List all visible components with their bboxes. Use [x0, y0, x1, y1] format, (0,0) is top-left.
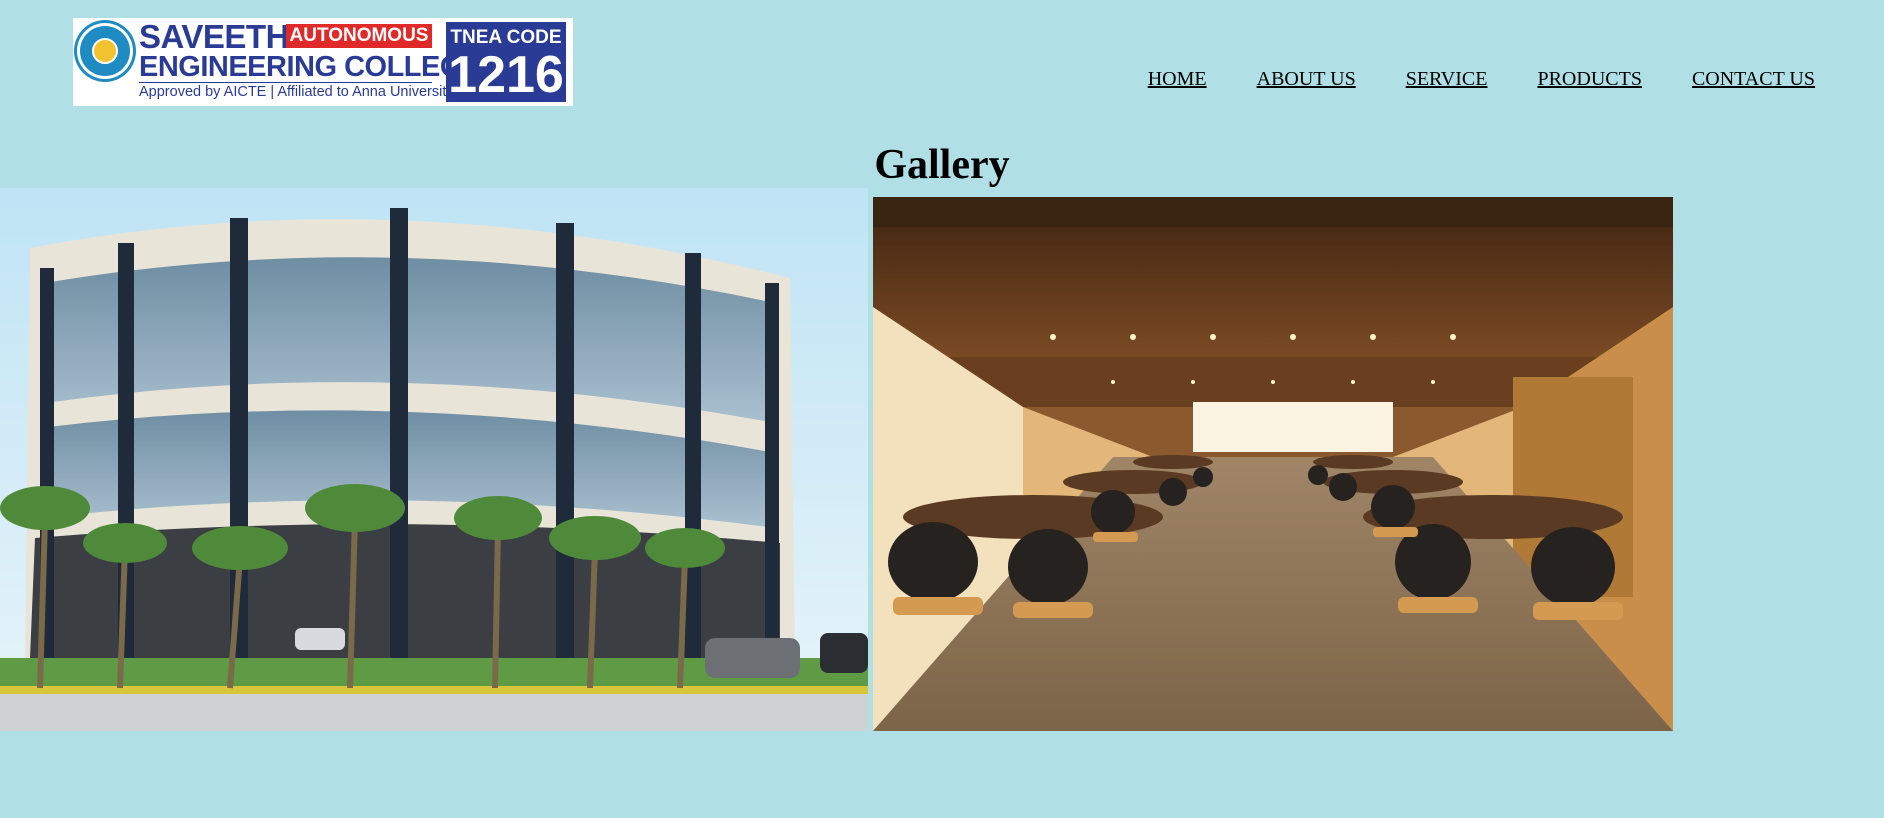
- nav-products-link[interactable]: PRODUCTS: [1537, 68, 1641, 91]
- nav-about-us-link[interactable]: ABOUT US: [1257, 68, 1356, 91]
- logo-name-line2: ENGINEERING COLLEGE: [139, 51, 481, 83]
- gallery-title: Gallery: [874, 142, 1010, 188]
- gallery-image-building[interactable]: [0, 188, 868, 731]
- logo-divider: [139, 82, 432, 83]
- college-emblem-icon: [80, 26, 130, 76]
- nav-home-link[interactable]: HOME: [1148, 68, 1207, 91]
- hall-photo-illustration: [873, 197, 1673, 731]
- building-photo-illustration: [0, 188, 868, 731]
- nav-contact-us-link[interactable]: CONTACT US: [1692, 68, 1815, 91]
- college-logo[interactable]: SAVEETHA AUTONOMOUS ENGINEERING COLLEGE …: [73, 18, 573, 106]
- autonomous-badge: AUTONOMOUS: [286, 24, 432, 48]
- nav-service-link[interactable]: SERVICE: [1406, 68, 1488, 91]
- tnea-code: 1216: [448, 46, 564, 104]
- main-nav: HOME ABOUT US SERVICE PRODUCTS CONTACT U…: [1148, 68, 1815, 91]
- logo-tagline: Approved by AICTE | Affiliated to Anna U…: [139, 84, 454, 100]
- tnea-code-block: TNEA CODE 1216: [446, 22, 566, 102]
- gallery-image-hall[interactable]: [873, 197, 1673, 731]
